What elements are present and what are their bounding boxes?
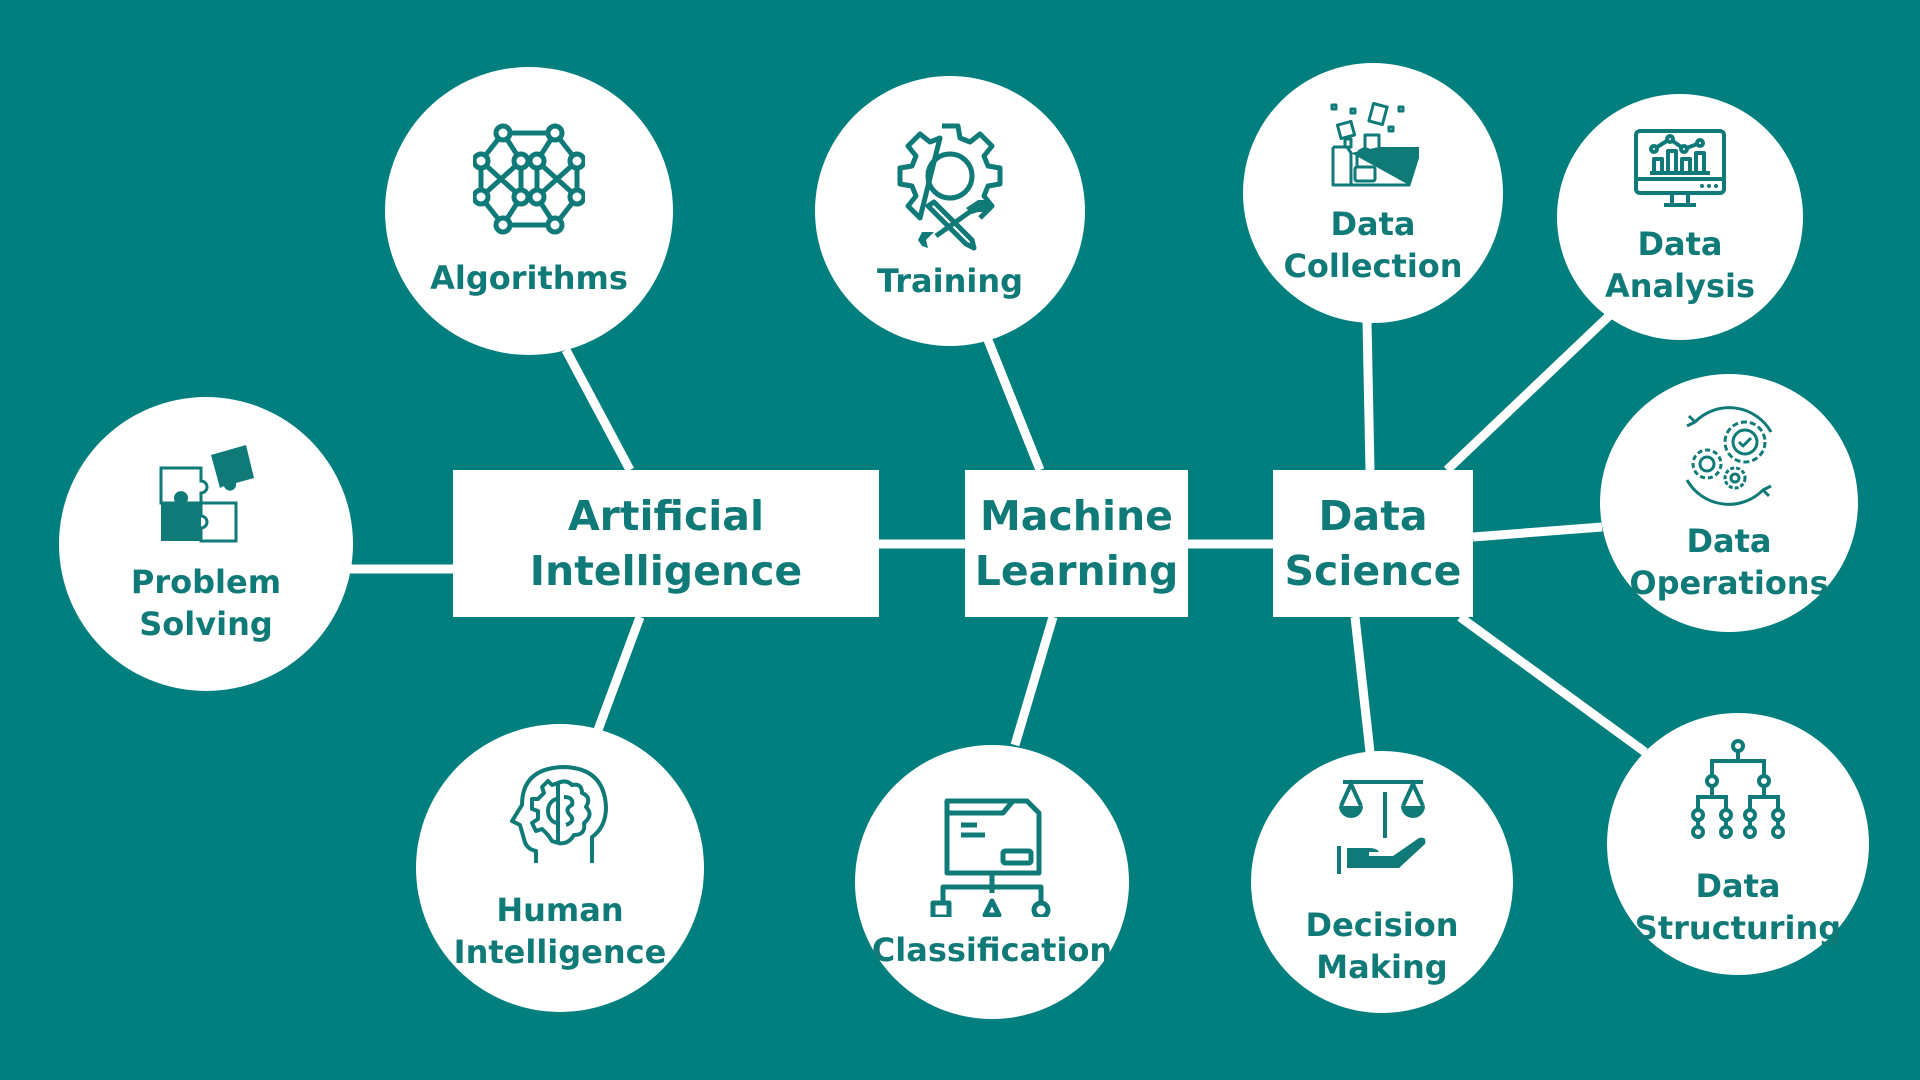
node-decision-making[interactable]: Decision Making [1251, 751, 1513, 1013]
node-label-line: Collection [1283, 247, 1463, 285]
hub-label-line: Science [1284, 546, 1462, 595]
node-label-line: Operations [1629, 564, 1829, 602]
node-data-collection[interactable]: Data Collection [1243, 63, 1503, 323]
hub-artificial-intelligence[interactable]: Artificial Intelligence [453, 470, 879, 617]
network-graph-icon [473, 123, 585, 235]
gears-cycle-check-icon [1685, 406, 1773, 506]
hub-machine-learning[interactable]: Machine Learning [965, 470, 1188, 617]
node-data-operations[interactable]: Data Operations [1600, 374, 1858, 632]
hub-label-line: Data [1318, 491, 1428, 540]
link-training [983, 338, 1045, 472]
node-label-line: Data [1686, 522, 1772, 560]
link-algorithms [562, 347, 634, 473]
link-data-operations [1472, 522, 1603, 542]
node-algorithms[interactable]: Algorithms [385, 67, 673, 355]
tree-hierarchy-icon [1691, 739, 1785, 839]
node-data-analysis[interactable]: Data Analysis [1557, 94, 1803, 340]
gear-pencil-wrench-icon [897, 123, 1003, 251]
head-brain-gear-icon [510, 765, 608, 863]
node-data-structuring[interactable]: Data Structuring [1607, 713, 1869, 975]
link-data-analysis [1443, 311, 1614, 474]
node-problem-solving[interactable]: Problem Solving [59, 397, 353, 691]
node-label-line: Data [1330, 205, 1416, 243]
hub-label-line: Artificial [567, 491, 765, 540]
node-label-line: Classification [871, 931, 1113, 969]
node-label-line: Data [1637, 225, 1723, 263]
hub-data-science[interactable]: Data Science [1273, 470, 1473, 617]
node-label-line: Solving [139, 605, 273, 643]
node-human-intelligence[interactable]: Human Intelligence [416, 724, 704, 1012]
hub-label-line: Learning [974, 546, 1179, 595]
node-training[interactable]: Training [815, 76, 1085, 346]
link-human-intelligence [593, 615, 645, 732]
link-data-structuring [1457, 613, 1648, 756]
node-label-line: Making [1316, 948, 1448, 986]
scale-hand-icon [1337, 779, 1426, 874]
hub-label-line: Intelligence [529, 546, 803, 595]
node-label-line: Problem [130, 563, 282, 601]
link-data-collection [1362, 321, 1375, 471]
node-label-line: Structuring [1634, 909, 1842, 947]
node-classification[interactable]: Classification [855, 745, 1129, 1019]
monitor-chart-icon [1634, 129, 1726, 207]
node-label-line: Data [1695, 867, 1781, 905]
folder-lock-documents-icon [1330, 101, 1419, 187]
puzzle-icon [159, 445, 254, 543]
node-label-line: Algorithms [430, 259, 628, 297]
node-label-line: Training [876, 262, 1024, 300]
node-label-line: Analysis [1604, 267, 1756, 305]
link-classification [1010, 615, 1058, 747]
node-label-line: Human [496, 891, 624, 929]
hub-label-line: Machine [979, 491, 1173, 540]
link-decision-making [1350, 616, 1375, 753]
folder-hierarchy-shapes-icon [930, 798, 1051, 917]
node-label-line: Decision [1305, 906, 1459, 944]
node-label-line: Intelligence [453, 933, 667, 971]
